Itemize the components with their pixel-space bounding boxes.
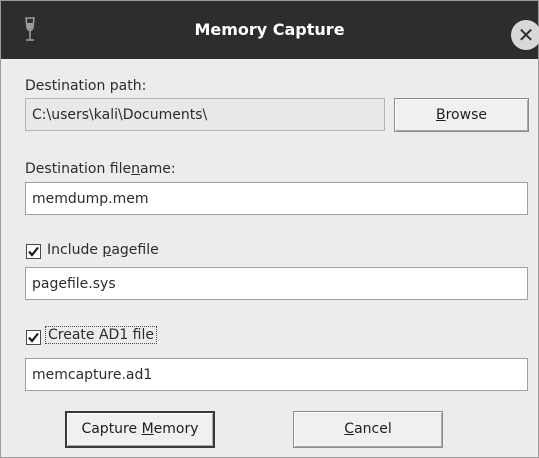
include-pagefile-checkbox[interactable] [26, 244, 41, 259]
check-icon [28, 332, 39, 343]
browse-button[interactable]: Browse [394, 98, 529, 132]
cancel-button[interactable]: Cancel [293, 411, 443, 448]
include-pagefile-label[interactable]: Include pagefile [47, 242, 159, 258]
destination-path-field[interactable] [25, 98, 385, 131]
capture-memory-button[interactable]: Capture Memory [65, 411, 215, 448]
title-bar[interactable]: Memory Capture ✕ [1, 1, 539, 59]
check-icon [28, 246, 39, 257]
create-ad1-label[interactable]: Create AD1 file [45, 326, 158, 344]
window-title: Memory Capture [194, 20, 345, 39]
destination-filename-field[interactable] [25, 182, 528, 215]
ad1-name-field[interactable] [25, 358, 528, 391]
create-ad1-checkbox[interactable] [26, 330, 41, 345]
close-icon[interactable]: ✕ [511, 20, 539, 50]
destination-path-label: Destination path: [25, 78, 147, 94]
pagefile-name-field[interactable] [25, 267, 528, 300]
create-ad1-label-text: Create AD1 file [45, 326, 158, 344]
memory-capture-dialog: Memory Capture ✕ Destination path: Brows… [0, 0, 539, 458]
destination-filename-label: Destination filename: [25, 161, 176, 177]
